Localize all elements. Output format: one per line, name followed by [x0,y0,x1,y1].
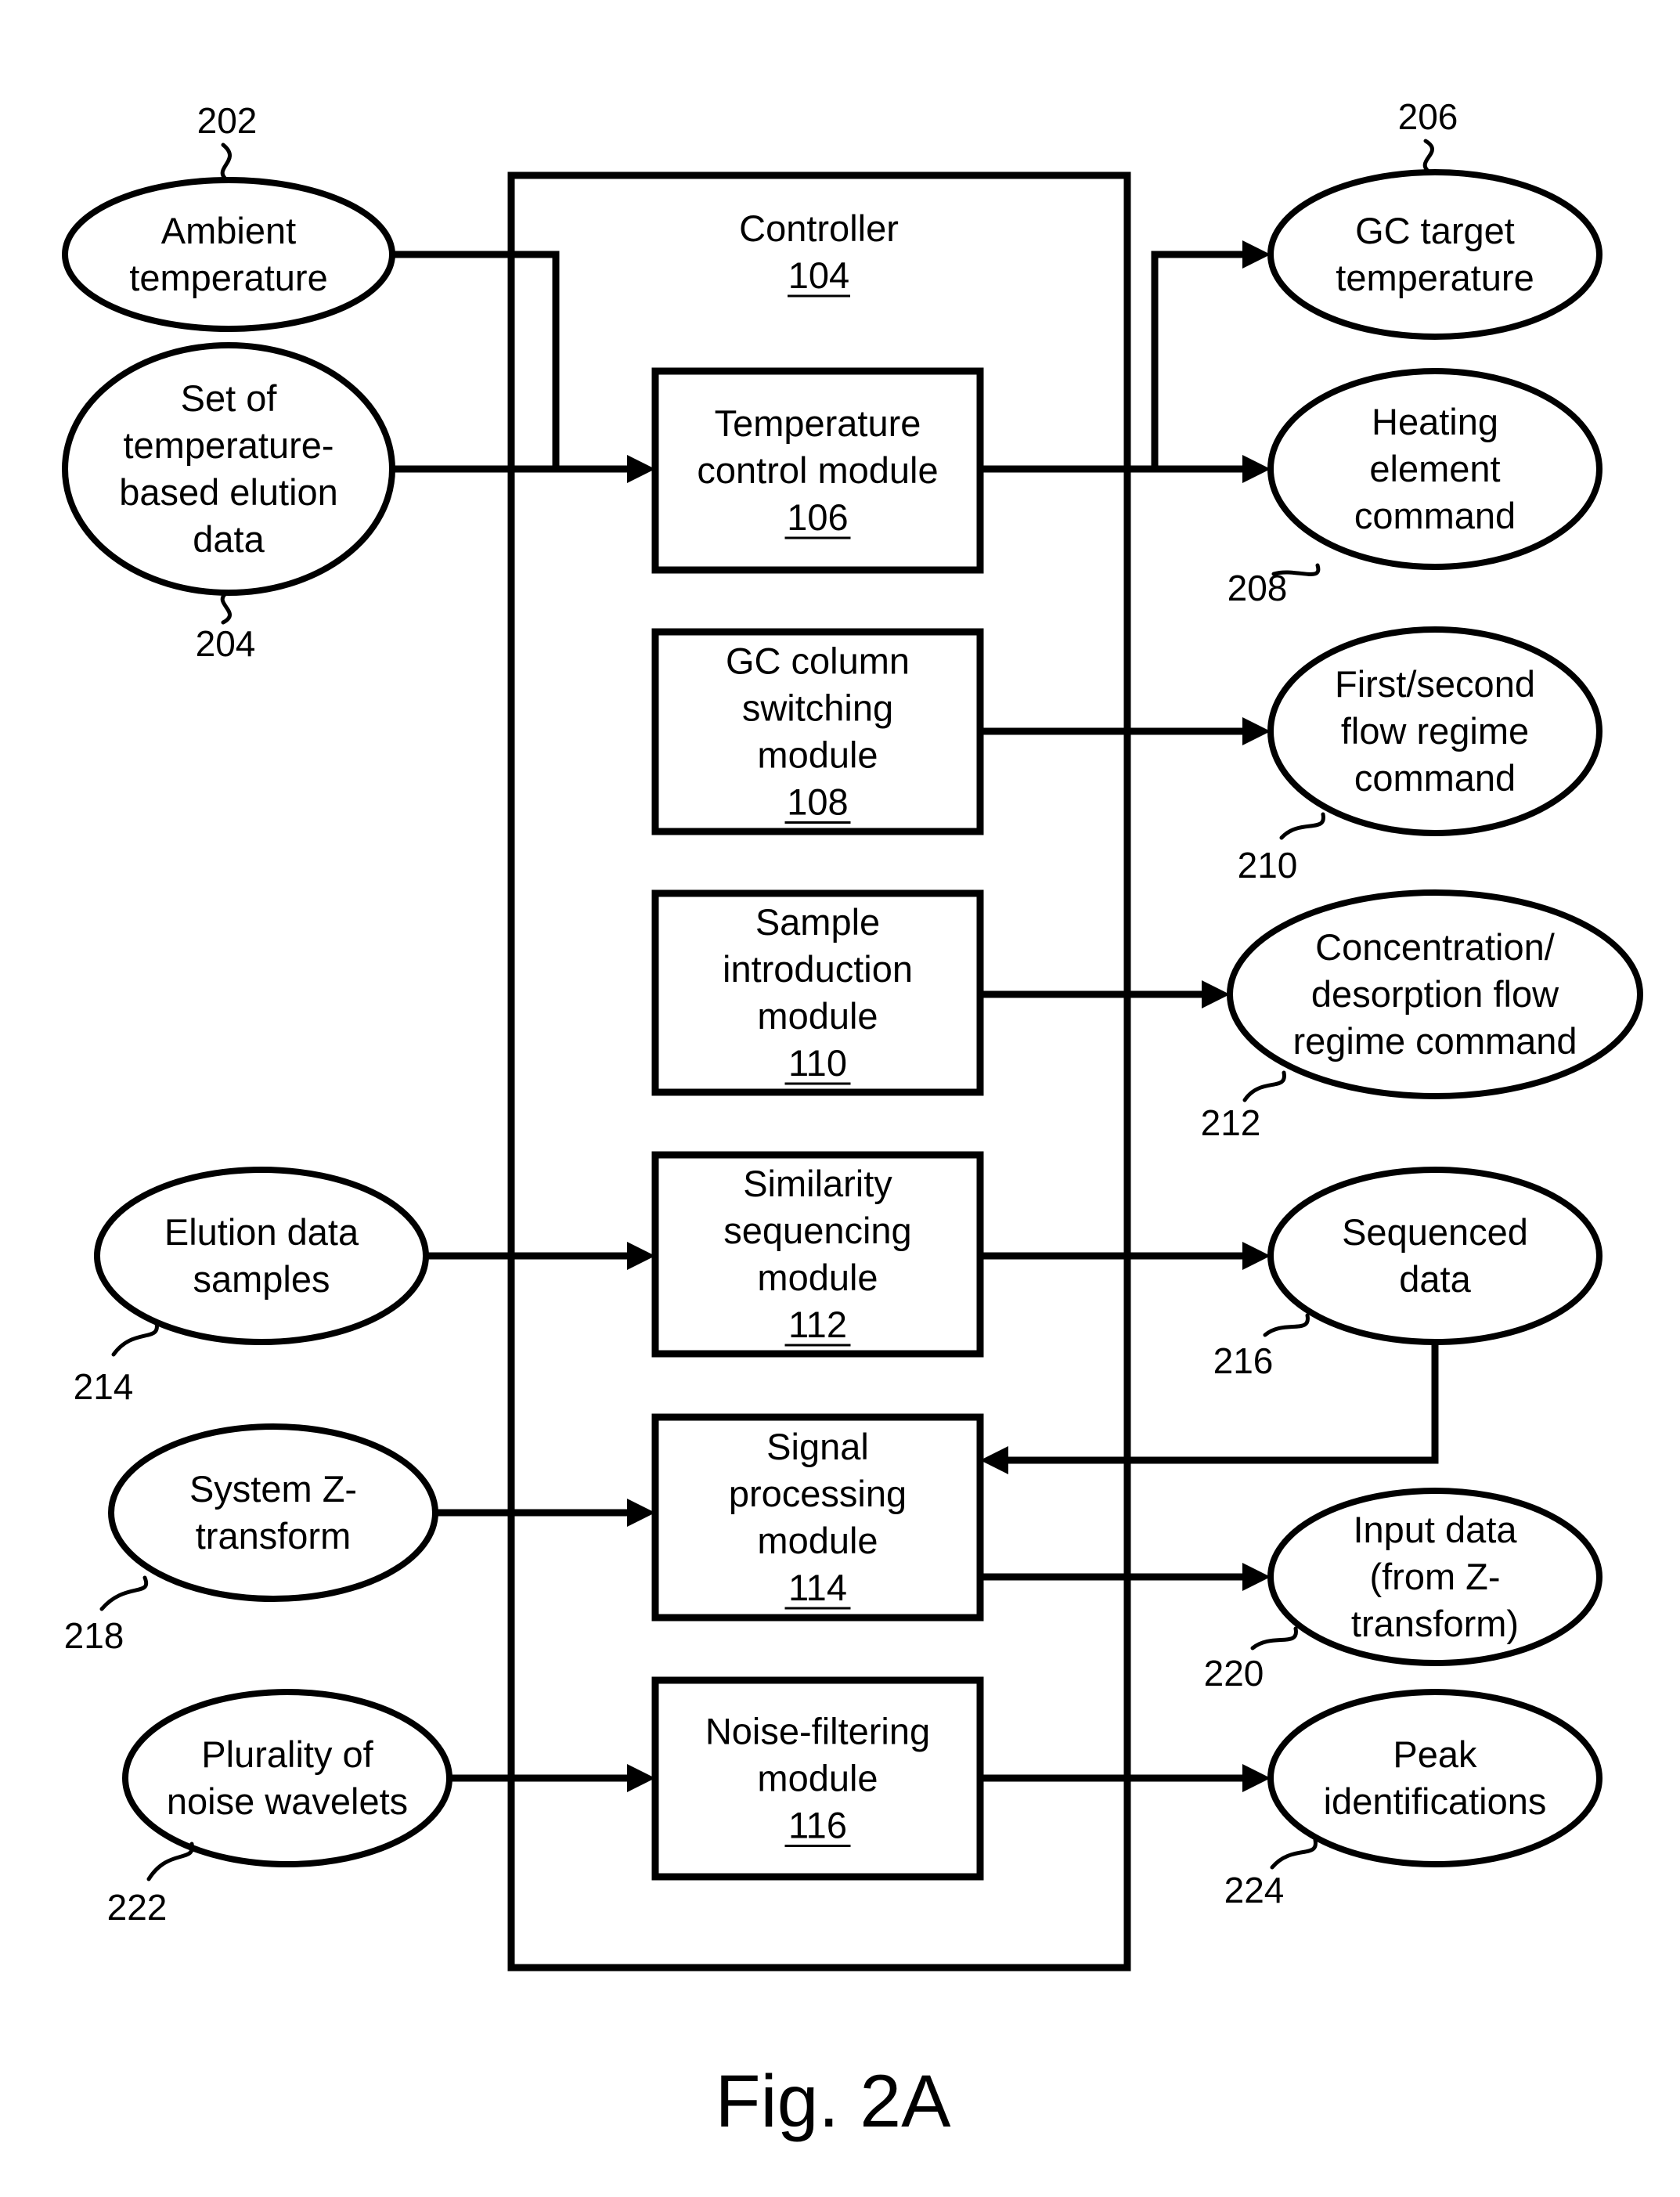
node-label-line: System Z- [189,1468,357,1510]
module-signal-processing[interactable]: Signal processing module 114 [651,1413,984,1622]
node-label-line: command [1354,757,1516,799]
module-noise-filtering[interactable]: Noise-filtering module 116 [651,1676,984,1881]
module-label-line: Signal [766,1426,869,1467]
node-label-line: desorption flow [1311,973,1559,1015]
node-label-line: Elution data [164,1211,359,1253]
module-label-line: sequencing [723,1210,911,1251]
module-label-line: processing [729,1473,907,1514]
figure-caption: Fig. 2A [716,2060,952,2143]
node-label-line: data [1399,1258,1471,1300]
node-ref-number: 220 [1204,1653,1264,1694]
module-label-line: module [757,1758,878,1799]
module-similarity-sequencing[interactable]: Similarity sequencing module 112 [651,1151,984,1358]
node-label-line: element [1369,448,1500,489]
node-ellipse[interactable] [122,1689,452,1867]
node-label-line: Ambient [161,210,296,251]
node-label-line: GC target [1355,210,1515,251]
module-label-line: introduction [723,948,913,990]
module-ref: 116 [788,1805,847,1846]
module-label-line: module [757,995,878,1037]
node-ref-number: 212 [1201,1102,1261,1143]
node-label-line: temperature [1336,257,1534,298]
module-temperature-control[interactable]: Temperature control module 106 [651,367,984,574]
node-label-line: data [193,518,265,560]
module-label-line: Temperature [715,402,921,444]
node-ref-number: 204 [196,623,256,664]
node-ref-number: 222 [107,1887,168,1928]
node-ref-number: 206 [1398,96,1458,137]
module-label-line: Noise-filtering [705,1711,930,1752]
node-ellipse[interactable] [62,177,395,332]
module-label-line: Similarity [743,1163,892,1204]
node-label-line: Set of [181,377,278,419]
module-label-line: control module [697,449,938,491]
node-label-line: command [1354,495,1516,536]
module-ref: 108 [787,781,848,823]
node-ref-number: 224 [1224,1870,1285,1910]
node-ellipse[interactable] [1267,169,1602,340]
module-label-line: GC column [726,640,910,682]
node-label-line: Peak [1393,1733,1477,1775]
node-label-line: based elution [119,471,338,513]
node-label-line: transform [196,1515,352,1557]
module-gc-column-switching[interactable]: GC column switching module 108 [651,628,984,835]
node-ref-number: 202 [197,100,258,141]
node-ref-number: 210 [1238,845,1298,886]
module-label-line: module [757,734,878,776]
node-label-line: regime command [1292,1020,1577,1062]
node-label-line: transform) [1351,1603,1519,1644]
node-label-line: noise wavelets [167,1780,408,1822]
module-ref: 110 [788,1042,847,1084]
node-ref-number: 218 [64,1615,124,1656]
node-label-line: identifications [1324,1780,1547,1822]
module-label-line: module [757,1520,878,1561]
node-label-line: flow regime [1341,710,1529,752]
node-ellipse[interactable] [1267,1167,1602,1345]
node-ref-number: 216 [1213,1340,1274,1381]
node-ref-number: 214 [74,1366,134,1407]
node-label-line: temperature- [123,424,333,466]
node-label-line: (from Z- [1369,1556,1500,1597]
module-ref: 114 [788,1567,847,1608]
node-label-line: Concentration/ [1315,926,1556,968]
module-sample-introduction[interactable]: Sample introduction module 110 [651,889,984,1096]
controller-title: Controller [739,207,899,249]
module-label-line: module [757,1257,878,1298]
node-label-line: temperature [129,257,327,298]
node-label-line: First/second [1335,663,1535,705]
node-ellipse[interactable] [1267,1689,1602,1867]
node-label-line: Input data [1353,1509,1517,1550]
module-ref: 112 [788,1304,847,1345]
node-ellipse[interactable] [94,1167,429,1345]
module-label-line: Sample [755,901,880,943]
node-label-line: Sequenced [1342,1211,1528,1253]
node-label-line: samples [193,1258,330,1300]
module-ref: 106 [787,496,848,538]
controller-ref: 104 [788,254,849,296]
block-diagram: Controller 104 Temperature control module… [0,0,1680,2197]
node-ref-number: 208 [1228,568,1288,608]
node-label-line: Heating [1372,401,1498,442]
node-ellipse[interactable] [108,1423,438,1602]
node-label-line: Plurality of [201,1733,373,1775]
module-label-line: switching [742,687,893,729]
